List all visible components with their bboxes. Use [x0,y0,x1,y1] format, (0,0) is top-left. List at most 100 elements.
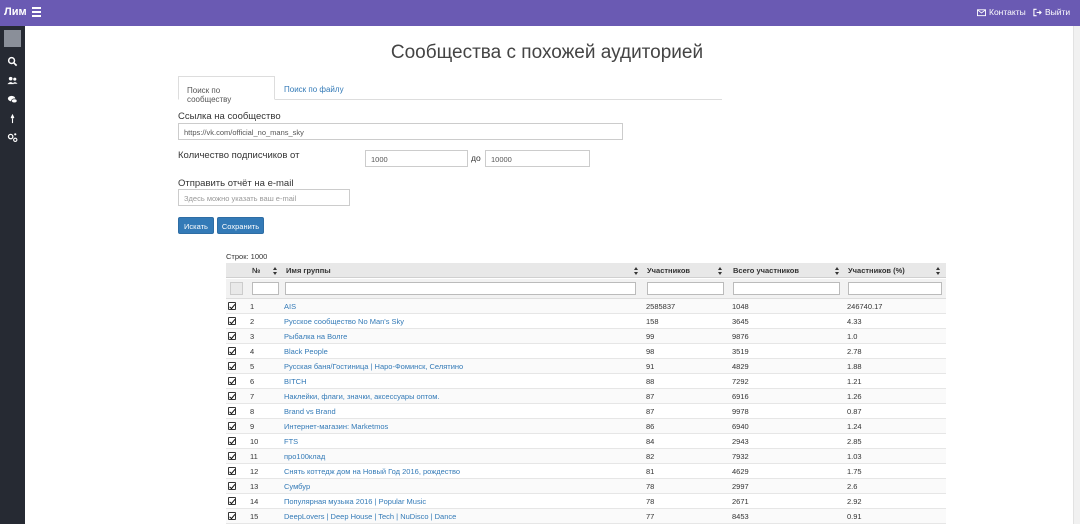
users-icon[interactable] [7,75,18,86]
group-name-link[interactable]: Brand vs Brand [284,407,336,416]
group-name-link[interactable]: Наклейки, флаги, значки, аксессуары опто… [284,392,440,401]
table-row[interactable]: 5 Русская баня/Гостиница | Наро-Фоминск, … [226,359,946,374]
row-checkbox[interactable] [228,437,236,445]
search-button[interactable]: Искать [178,217,214,234]
group-name-link[interactable]: Популярная музыка 2016 | Popular Music [284,497,426,506]
column-total-members[interactable]: Всего участников [733,266,799,275]
group-name-link[interactable]: Black People [284,347,328,356]
row-checkbox[interactable] [228,482,236,490]
column-number[interactable]: № [252,266,260,275]
row-checkbox[interactable] [228,497,236,505]
table-row[interactable]: 2 Русское сообщество No Man's Sky 158 3645 4… [226,314,946,329]
total-members-value: 2671 [732,497,749,506]
table-row[interactable]: 1 AIS 2585837 1048 246740.17 [226,299,946,314]
select-all-checkbox[interactable] [230,282,243,295]
row-checkbox[interactable] [228,302,236,310]
group-name-link[interactable]: Сумбур [284,482,310,491]
table-row[interactable]: 13 Сумбур 78 2997 2.6 [226,479,946,494]
members-value: 78 [646,497,655,506]
search-icon[interactable] [7,56,18,67]
group-name-link[interactable]: Рыбалка на Волге [284,332,347,341]
table-row[interactable]: 9 Интернет-магазин: Marketmos 86 6940 1.24 [226,419,946,434]
sort-icon[interactable] [273,267,278,275]
page-scrollbar[interactable] [1073,26,1080,524]
community-link-input[interactable]: https://vk.com/official_no_mans_sky [178,123,623,140]
sort-icon[interactable] [936,267,941,275]
filter-number-input[interactable] [252,282,279,295]
top-navbar: Лим Контакты Выйти [0,0,1080,26]
group-name-link[interactable]: Русское сообщество No Man's Sky [284,317,404,326]
save-button[interactable]: Сохранить [217,217,264,234]
group-name-link[interactable]: BITCH [284,377,307,386]
total-members-value: 2997 [732,482,749,491]
group-name-link[interactable]: про100клад [284,452,325,461]
total-members-value: 7932 [732,452,749,461]
table-row[interactable]: 11 про100клад 82 7932 1.03 [226,449,946,464]
contacts-link[interactable]: Контакты [977,7,1026,17]
row-checkbox[interactable] [228,347,236,355]
group-name-link[interactable]: FTS [284,437,298,446]
table-row[interactable]: 4 Black People 98 3519 2.78 [226,344,946,359]
avatar[interactable] [4,30,21,47]
total-members-value: 3519 [732,347,749,356]
percent-value: 1.0 [847,332,858,341]
percent-value: 0.87 [847,407,862,416]
tab-search-by-file[interactable]: Поиск по файлу [276,76,352,100]
group-name-link[interactable]: DeepLovers | Deep House | Tech | NuDisco… [284,512,456,521]
members-value: 77 [646,512,655,521]
settings-icon[interactable] [7,132,18,143]
row-checkbox[interactable] [228,377,236,385]
table-row[interactable]: 10 FTS 84 2943 2.85 [226,434,946,449]
group-name-link[interactable]: Интернет-магазин: Marketmos [284,422,388,431]
email-input[interactable]: Здесь можно указать ваш e-mail [178,189,350,206]
column-group-name[interactable]: Имя группы [286,266,331,275]
group-name-link[interactable]: Снять коттедж дом на Новый Год 2016, рож… [284,467,460,476]
table-row[interactable]: 14 Популярная музыка 2016 | Popular Music… [226,494,946,509]
filter-percent-input[interactable] [848,282,942,295]
table-row[interactable]: 7 Наклейки, флаги, значки, аксессуары опт… [226,389,946,404]
subscribers-from-input[interactable]: 1000 [365,150,468,167]
table-row[interactable]: 15 DeepLovers | Deep House | Tech | NuDis… [226,509,946,524]
row-number: 7 [250,392,255,401]
row-checkbox[interactable] [228,422,236,430]
row-checkbox[interactable] [228,452,236,460]
row-checkbox[interactable] [228,362,236,370]
sort-icon[interactable] [835,267,840,275]
row-checkbox[interactable] [228,392,236,400]
filter-total-members-input[interactable] [733,282,840,295]
members-value: 2585837 [646,302,676,311]
logout-icon [1033,8,1042,16]
table-row[interactable]: 6 BITCH 88 7292 1.21 [226,374,946,389]
filter-members-input[interactable] [647,282,724,295]
table-row[interactable]: 8 Brand vs Brand 87 9978 0.87 [226,404,946,419]
group-name-link[interactable]: AIS [284,302,296,311]
chat-icon[interactable] [7,94,18,105]
mail-icon [977,8,986,16]
row-checkbox[interactable] [228,512,236,520]
members-value: 98 [646,347,655,356]
row-checkbox[interactable] [228,467,236,475]
row-checkbox[interactable] [228,317,236,325]
menu-icon[interactable] [32,7,41,17]
row-checkbox[interactable] [228,407,236,415]
filter-group-name-input[interactable] [285,282,636,295]
logout-link[interactable]: Выйти [1033,7,1070,17]
total-members-value: 2943 [732,437,749,446]
pin-icon[interactable] [7,113,18,124]
percent-value: 1.03 [847,452,862,461]
table-row[interactable]: 3 Рыбалка на Волге 99 9876 1.0 [226,329,946,344]
subscribers-to-input[interactable]: 10000 [485,150,590,167]
tab-search-by-community[interactable]: Поиск по сообществу [178,76,275,104]
row-number: 1 [250,302,255,311]
sort-icon[interactable] [718,267,723,275]
brand-logo[interactable]: Лим [4,6,27,18]
members-value: 84 [646,437,655,446]
column-members-percent[interactable]: Участников (%) [848,266,905,275]
sort-icon[interactable] [634,267,639,275]
table-row[interactable]: 12 Снять коттедж дом на Новый Год 2016, р… [226,464,946,479]
row-checkbox[interactable] [228,332,236,340]
column-members[interactable]: Участников [647,266,690,275]
group-name-link[interactable]: Русская баня/Гостиница | Наро-Фоминск, С… [284,362,463,371]
percent-value: 246740.17 [847,302,883,311]
row-number: 6 [250,377,255,386]
